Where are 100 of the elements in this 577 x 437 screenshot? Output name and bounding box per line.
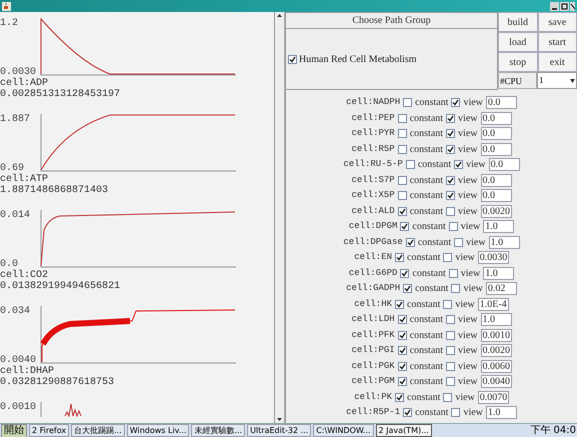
checkbox[interactable] (398, 362, 407, 371)
taskbar-button[interactable]: 未經實驗數... (191, 424, 246, 437)
checkbox[interactable] (448, 268, 458, 278)
checkbox-label: view (458, 360, 478, 374)
series-name: cell:ADP (0, 78, 50, 89)
parameter-name: cell:PYR (352, 127, 395, 140)
value-field[interactable]: 0.0 (480, 112, 512, 125)
value-field[interactable]: 1.0 (488, 236, 520, 249)
checkbox-label: view (458, 204, 478, 219)
checkbox[interactable] (443, 253, 452, 262)
checkbox[interactable] (398, 176, 407, 185)
checkbox[interactable] (398, 315, 407, 324)
value-field[interactable]: 0.0 (480, 174, 512, 187)
checkbox[interactable] (454, 238, 464, 247)
value-field[interactable]: 1.0 (483, 220, 514, 234)
value-field[interactable]: 1.0 (483, 266, 514, 280)
taskbar-button[interactable]: 2 Firefox (29, 424, 70, 437)
checkbox[interactable] (398, 191, 407, 200)
start-button[interactable]: 開始 (1, 424, 27, 437)
maximize-icon[interactable] (560, 2, 569, 10)
checkbox-label: constant (407, 298, 440, 312)
checkbox[interactable] (398, 377, 407, 386)
checkbox[interactable] (448, 222, 458, 232)
value-field[interactable]: 0.0020 (480, 204, 512, 218)
parameter-name: cell:HK (354, 298, 392, 310)
checkbox[interactable] (395, 392, 404, 402)
taskbar-button[interactable]: UltraEdit-32 ... (247, 424, 312, 437)
checkbox[interactable] (446, 346, 456, 356)
parameter-name: cell:DPGase (343, 236, 403, 248)
button[interactable]: stop (498, 52, 538, 72)
button[interactable]: load (498, 32, 538, 52)
checkbox[interactable] (398, 330, 407, 340)
checkbox[interactable] (446, 206, 456, 216)
value-field[interactable]: 0.0 (480, 142, 512, 156)
checkbox[interactable] (446, 362, 456, 371)
axis-max-label: 0.014 (0, 210, 32, 221)
checkbox[interactable] (403, 284, 412, 294)
value-field[interactable]: 0.02 (486, 282, 517, 296)
value-field[interactable]: 0.0030 (478, 251, 509, 264)
value-field[interactable]: 0.0 (480, 127, 512, 140)
checkbox-label: view (458, 112, 478, 126)
checkbox[interactable] (451, 98, 460, 108)
checkbox[interactable] (451, 284, 460, 294)
checkbox-label: constant (407, 390, 440, 405)
checkbox[interactable] (446, 377, 456, 386)
checkbox[interactable] (400, 222, 410, 232)
parameter-name: cell:G6PD (348, 266, 398, 280)
taskbar-button[interactable]: Windows Liv... (126, 424, 190, 437)
checkbox[interactable] (446, 144, 456, 154)
checkbox[interactable] (443, 300, 452, 309)
checkbox[interactable] (400, 268, 410, 278)
button[interactable]: exit (538, 52, 577, 72)
cpu-dropdown[interactable]: 1 (537, 72, 577, 89)
value-field[interactable]: 0.0020 (480, 344, 512, 358)
checkbox[interactable] (446, 315, 456, 324)
checkbox[interactable] (403, 98, 412, 108)
taskbar-button[interactable]: 2 Java(TM)... (376, 424, 432, 437)
value-field[interactable]: 0.0 (486, 96, 517, 110)
checkbox[interactable] (398, 346, 407, 356)
checkbox[interactable] (395, 300, 404, 309)
value-field[interactable]: 0.0070 (478, 390, 509, 404)
parameter-name: cell:PEP (352, 112, 395, 124)
checkbox[interactable] (398, 129, 407, 138)
value-field[interactable]: 1.0E-4 (478, 298, 509, 311)
value-field[interactable]: 0.0010 (480, 328, 512, 342)
checkbox[interactable] (454, 160, 464, 170)
value-field[interactable]: 0.0040 (480, 375, 512, 388)
parameter-name: cell:PGI (352, 344, 395, 357)
checkbox[interactable] (446, 114, 456, 123)
checkbox[interactable] (446, 191, 456, 200)
button[interactable]: save (538, 12, 577, 32)
button[interactable]: build (498, 12, 538, 32)
value-field[interactable]: 0.0 (480, 189, 512, 202)
value-field[interactable]: 0.0060 (480, 360, 512, 373)
checkbox-label: constant (418, 158, 452, 172)
checkbox[interactable] (443, 392, 452, 402)
checkbox[interactable] (398, 114, 407, 123)
close-icon[interactable] (570, 2, 575, 10)
checkbox[interactable] (446, 330, 456, 340)
checkbox[interactable] (406, 160, 415, 170)
checkbox[interactable] (406, 238, 415, 247)
taskbar-button[interactable]: C:\WINDOW... (313, 424, 374, 437)
checkbox[interactable] (288, 54, 297, 64)
scrollbar[interactable] (275, 12, 285, 423)
checkbox[interactable] (446, 176, 456, 185)
option-label: Human Red Cell Metabolism (299, 52, 416, 66)
checkbox[interactable] (451, 408, 460, 418)
checkbox[interactable] (446, 129, 456, 138)
value-field[interactable]: 1.0 (486, 406, 517, 420)
minimize-icon[interactable] (550, 2, 559, 10)
value-field[interactable]: 1.0 (480, 313, 512, 326)
checkbox[interactable] (403, 408, 412, 418)
taskbar-button[interactable]: 台大批踢踢... (71, 424, 125, 437)
checkbox[interactable] (395, 253, 404, 262)
checkbox[interactable] (398, 206, 407, 216)
value-field[interactable]: 0.0 (488, 158, 520, 172)
checkbox-label: constant (410, 174, 444, 188)
parameter-name: cell:R5P (352, 142, 395, 156)
checkbox[interactable] (398, 144, 407, 154)
button[interactable]: start (538, 32, 577, 52)
